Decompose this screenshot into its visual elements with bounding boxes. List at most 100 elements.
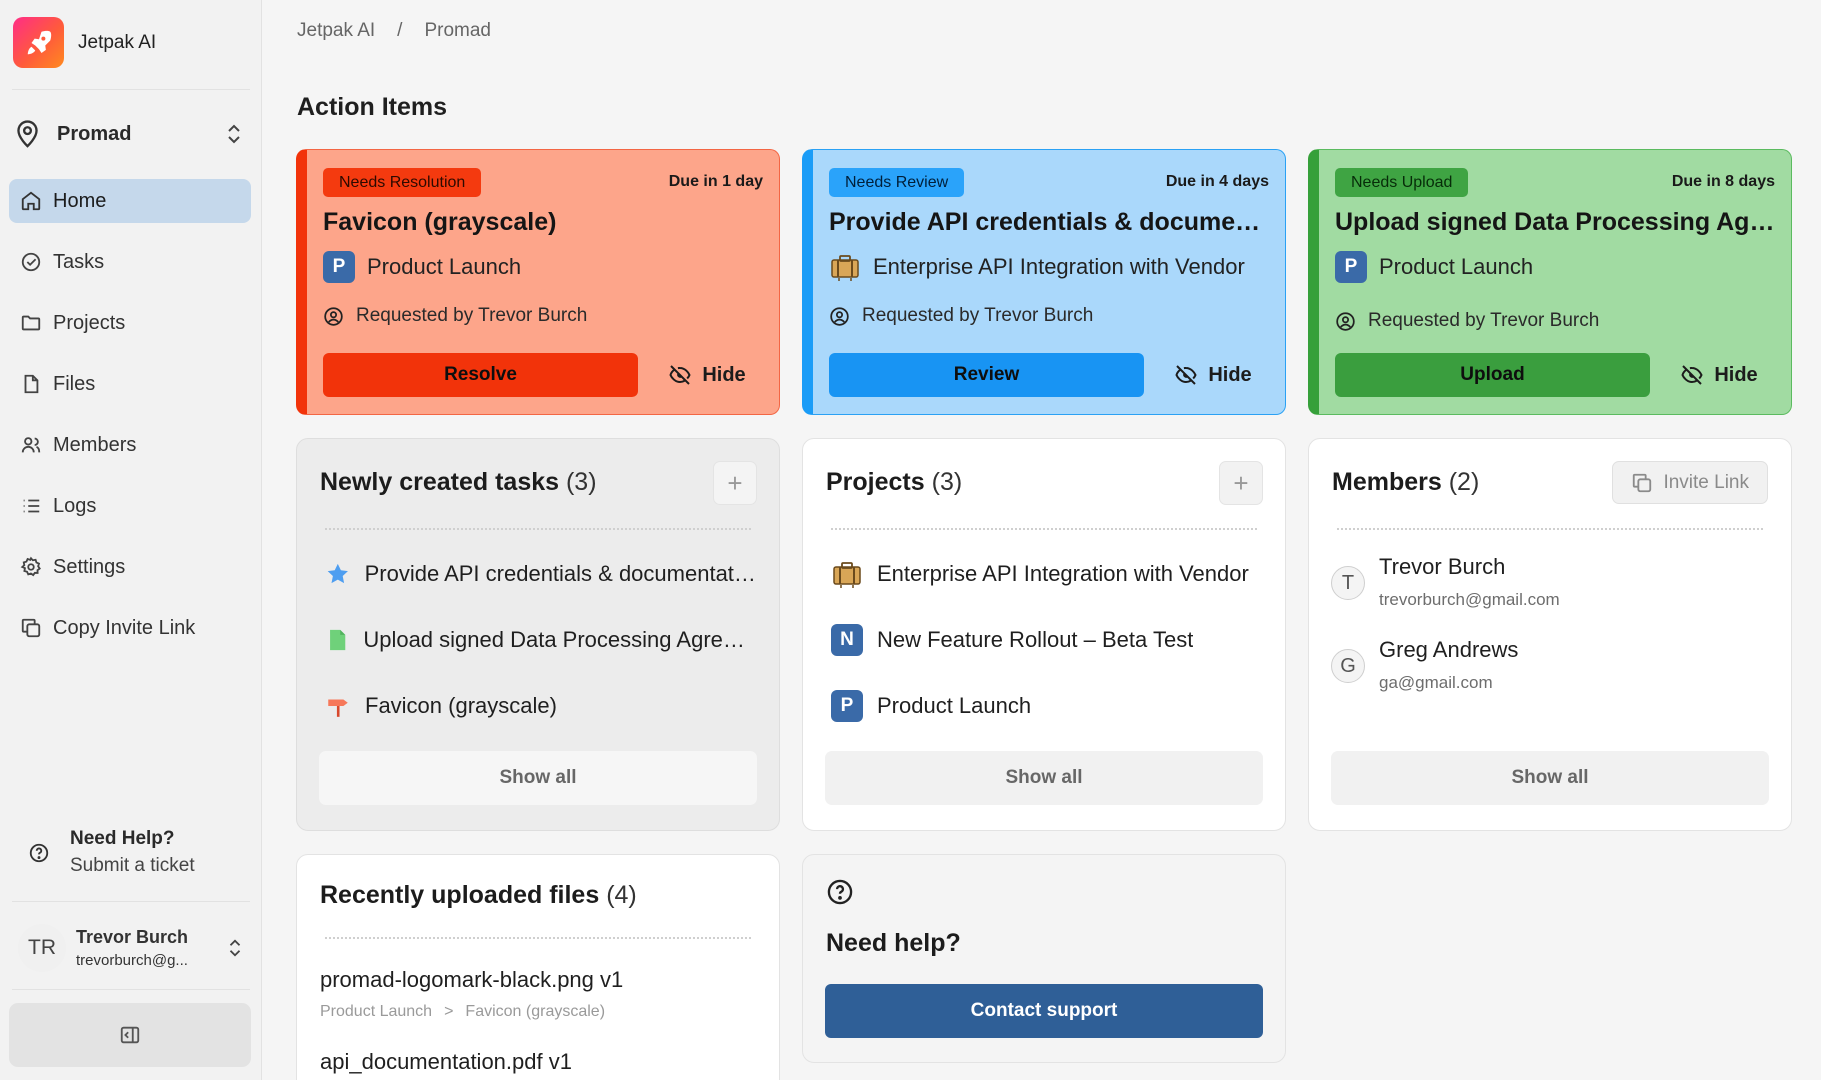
- sidebar-item-members[interactable]: Members: [9, 423, 251, 467]
- map-pin-icon: [17, 119, 38, 148]
- sidebar-item-label: Logs: [53, 494, 97, 517]
- folder-icon: [21, 315, 41, 331]
- contact-support-button[interactable]: Contact support: [825, 984, 1263, 1038]
- list-icon: [23, 499, 40, 513]
- brand[interactable]: Jetpak AI: [13, 17, 156, 68]
- sidebar-nav: Home Tasks Projects Files Members Logs S…: [9, 179, 251, 667]
- user-circle-icon: [324, 306, 343, 326]
- plus-icon: +: [727, 467, 743, 498]
- card-title: Newly created tasks (3): [320, 468, 597, 497]
- file-path-task[interactable]: Favicon (grayscale): [465, 1003, 605, 1021]
- task-project[interactable]: Enterprise API Integration with Vendor: [829, 251, 1269, 283]
- review-button[interactable]: Review: [829, 353, 1144, 397]
- add-task-button[interactable]: +: [713, 461, 757, 505]
- sidebar-item-files[interactable]: Files: [9, 362, 251, 406]
- due-label: Due in 1 day: [668, 173, 763, 190]
- requested-by-text: Requested by Trevor Burch: [862, 305, 1094, 326]
- members-count: (2): [1448, 468, 1480, 496]
- avatar: TR: [18, 924, 66, 972]
- resolve-button[interactable]: Resolve: [323, 353, 638, 397]
- show-all-projects-button[interactable]: Show all: [825, 751, 1263, 805]
- file-path-project[interactable]: Product Launch: [320, 1003, 432, 1021]
- project-name: Product Launch: [367, 254, 522, 279]
- divider: [12, 989, 250, 990]
- upload-button[interactable]: Upload: [1335, 353, 1650, 397]
- sidebar-item-label: Copy Invite Link: [53, 616, 196, 639]
- sidebar-item-home[interactable]: Home: [9, 179, 251, 223]
- app-name: Jetpak AI: [78, 31, 157, 53]
- hide-button[interactable]: Hide: [652, 353, 762, 397]
- dotted-divider: [325, 937, 751, 939]
- user-circle-icon: [1336, 311, 1355, 331]
- requested-by: Requested by Trevor Burch: [323, 305, 587, 327]
- member-name: Trevor Burch: [1379, 554, 1506, 579]
- need-help-link[interactable]: Need Help? Submit a ticket: [28, 828, 195, 877]
- task-title[interactable]: Upload signed Data Processing Agreement: [1335, 208, 1775, 237]
- file-path: Product Launch > Favicon (grayscale): [320, 1003, 605, 1021]
- chevron-updown-icon: [228, 124, 240, 144]
- sidebar-item-label: Projects: [53, 311, 126, 334]
- show-all-members-button[interactable]: Show all: [1331, 751, 1769, 805]
- newly-created-tasks-card: Newly created tasks (3) + Provide API cr…: [296, 438, 780, 831]
- sidebar-item-tasks[interactable]: Tasks: [9, 240, 251, 284]
- file-name[interactable]: promad-logomark-black.png v1: [320, 967, 623, 993]
- task-list-item[interactable]: Upload signed Data Processing Agreement: [325, 623, 757, 657]
- project-list-item[interactable]: N New Feature Rollout – Beta Test: [831, 623, 1263, 657]
- files-title: Recently uploaded files: [320, 881, 600, 909]
- action-items-title: Action Items: [297, 93, 448, 121]
- invite-link-label: Invite Link: [1663, 471, 1749, 493]
- member-name: Greg Andrews: [1379, 637, 1519, 662]
- due-label: Due in 8 days: [1671, 173, 1775, 190]
- project-list-item[interactable]: Enterprise API Integration with Vendor: [831, 557, 1263, 591]
- sidebar-item-label: Members: [53, 433, 137, 456]
- project-name: Product Launch: [1379, 254, 1534, 279]
- project-badge: P: [323, 251, 355, 283]
- due-label: Due in 4 days: [1165, 173, 1269, 190]
- project-label: Enterprise API Integration with Vendor: [877, 561, 1249, 586]
- copy-icon: [21, 618, 41, 638]
- task-label: Favicon (grayscale): [365, 693, 557, 718]
- briefcase-icon: [833, 562, 861, 588]
- member-item[interactable]: T Trevor Burch trevorburch@gmail.com: [1331, 554, 1560, 610]
- add-project-button[interactable]: +: [1219, 461, 1263, 505]
- task-project[interactable]: P Product Launch: [323, 251, 763, 283]
- divider: [12, 901, 250, 902]
- breadcrumb-root[interactable]: Jetpak AI: [297, 20, 375, 42]
- task-project[interactable]: P Product Launch: [1335, 251, 1775, 283]
- task-list-item[interactable]: Provide API credentials & documentation: [325, 557, 757, 591]
- sidebar-item-projects[interactable]: Projects: [9, 301, 251, 345]
- member-email: trevorburch@gmail.com: [1379, 590, 1560, 609]
- need-help-title: Need help?: [826, 929, 961, 957]
- project-label: Product Launch: [877, 693, 1032, 718]
- sidebar-item-settings[interactable]: Settings: [9, 545, 251, 589]
- hide-button[interactable]: Hide: [1664, 353, 1774, 397]
- projects-count: (3): [931, 468, 963, 496]
- card-title: Members (2): [1332, 468, 1479, 497]
- help-title: Need Help?: [70, 828, 175, 849]
- invite-link-button[interactable]: Invite Link: [1612, 461, 1768, 504]
- hide-label: Hide: [1714, 363, 1758, 386]
- sidebar-item-logs[interactable]: Logs: [9, 484, 251, 528]
- member-item[interactable]: G Greg Andrews ga@gmail.com: [1331, 637, 1518, 693]
- members-title: Members: [1332, 468, 1442, 496]
- star-icon: [327, 563, 348, 584]
- recently-uploaded-files-card: Recently uploaded files (4) promad-logom…: [296, 854, 780, 1080]
- action-card-review: Needs Review Due in 4 days Provide API c…: [802, 149, 1286, 415]
- document-icon: [330, 629, 346, 651]
- show-all-tasks-button[interactable]: Show all: [319, 751, 757, 805]
- file-name[interactable]: api_documentation.pdf v1: [320, 1049, 572, 1075]
- collapse-sidebar-button[interactable]: [9, 1003, 251, 1067]
- task-title[interactable]: Favicon (grayscale): [323, 208, 763, 237]
- hide-button[interactable]: Hide: [1158, 353, 1268, 397]
- sidebar-item-copy-invite-link[interactable]: Copy Invite Link: [9, 606, 251, 650]
- user-menu[interactable]: TR Trevor Burch trevorburch@g...: [18, 918, 248, 978]
- file-icon: [24, 374, 39, 394]
- requested-by-text: Requested by Trevor Burch: [1368, 310, 1600, 331]
- rocket-logo-icon: [13, 17, 64, 68]
- workspace-switcher[interactable]: Promad: [12, 114, 250, 154]
- briefcase-icon: [831, 255, 859, 281]
- home-icon: [21, 191, 41, 211]
- task-title[interactable]: Provide API credentials & documentation: [829, 208, 1269, 237]
- project-list-item[interactable]: P Product Launch: [831, 689, 1263, 723]
- task-list-item[interactable]: Favicon (grayscale): [325, 689, 757, 723]
